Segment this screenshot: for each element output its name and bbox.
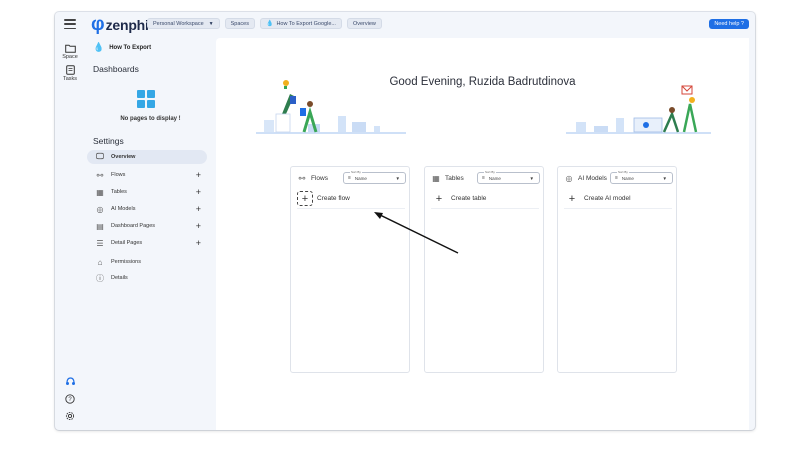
breadcrumb-space[interactable]: 💧 How To Export Google... <box>259 18 342 29</box>
rail-space-label: Space <box>62 54 78 60</box>
logo[interactable]: φ zenphi <box>91 14 149 35</box>
space-name: How To Export <box>109 44 152 51</box>
icon-rail: Space Tasks ? <box>55 38 85 430</box>
breadcrumb-workspace[interactable]: Personal Workspace ▼ <box>147 18 220 29</box>
logo-text: zenphi <box>105 17 149 33</box>
sidebar-item-label: Dashboard Pages <box>111 223 156 229</box>
main-content: Good Evening, Ruzida Badrutdinova ⚯ Flow… <box>216 38 749 430</box>
breadcrumb-overview[interactable]: Overview <box>346 18 382 29</box>
rail-tasks[interactable]: Tasks <box>55 65 85 82</box>
empty-dashboards-text: No pages to display ! <box>120 116 181 122</box>
rail-help[interactable]: ? <box>55 394 85 405</box>
breadcrumb-space-label: How To Export Google... <box>276 20 336 27</box>
settings-title: Settings <box>93 136 124 146</box>
detail-pages-icon: ☰ <box>96 238 104 248</box>
sidebar-item-label: Details <box>111 275 128 281</box>
sidebar-item-permissions[interactable]: ⌂ Permissions <box>87 255 207 269</box>
sidebar-item-overview[interactable]: 🖵 Overview <box>87 150 207 164</box>
need-help-button[interactable]: Need help ? <box>709 19 749 29</box>
empty-dashboard-icon <box>137 90 155 108</box>
chevron-down-icon: ▼ <box>208 20 214 27</box>
gear-icon <box>65 411 75 421</box>
logo-symbol: φ <box>91 14 105 35</box>
add-flow-icon[interactable]: + <box>196 170 201 180</box>
dashboard-pages-icon: ▤ <box>96 221 104 231</box>
sidebar-item-label: Permissions <box>111 259 141 265</box>
space-selector[interactable]: 💧 How To Export <box>93 42 151 53</box>
dashboards-title: Dashboards <box>93 64 139 74</box>
ai-models-icon: ◎ <box>96 204 104 214</box>
tables-icon: ▦ <box>96 187 104 197</box>
breadcrumb-overview-label: Overview <box>352 20 376 27</box>
assistant-icon <box>65 377 75 385</box>
sidebar-item-details[interactable]: ⓘ Details <box>87 271 207 285</box>
help-icon: ? <box>65 394 75 404</box>
permissions-icon: ⌂ <box>97 257 103 267</box>
svg-text:?: ? <box>68 397 72 403</box>
monitor-icon: 🖵 <box>96 152 104 161</box>
sidebar-item-detail-pages[interactable]: ☰ Detail Pages + <box>87 236 207 250</box>
add-ai-model-icon[interactable]: + <box>196 204 201 214</box>
rail-settings[interactable] <box>55 411 85 422</box>
sidebar-item-label: AI Models <box>111 206 136 212</box>
info-icon: ⓘ <box>96 273 104 283</box>
add-table-icon[interactable]: + <box>196 187 201 197</box>
sidebar-item-label: Overview <box>111 154 136 160</box>
top-bar: φ zenphi Personal Workspace ▼ Spaces 💧 H… <box>55 12 755 38</box>
add-dashboard-page-icon[interactable]: + <box>196 221 201 231</box>
rail-tasks-label: Tasks <box>62 76 78 82</box>
breadcrumb-spaces[interactable]: Spaces <box>224 18 255 29</box>
sidebar-item-ai-models[interactable]: ◎ AI Models + <box>87 202 207 216</box>
sidebar-item-flows[interactable]: ⚯ Flows + <box>87 168 207 182</box>
annotation-arrow <box>374 212 459 254</box>
menu-icon[interactable] <box>64 19 76 30</box>
sidebar: 💧 How To Export Dashboards No pages to d… <box>85 38 216 430</box>
sidebar-item-label: Flows <box>111 172 126 178</box>
rail-assistant[interactable] <box>55 376 85 388</box>
space-icon: 💧 <box>265 21 274 27</box>
add-detail-page-icon[interactable]: + <box>196 238 201 248</box>
folder-icon <box>64 44 76 53</box>
flows-icon: ⚯ <box>96 170 104 180</box>
sidebar-item-label: Detail Pages <box>111 240 143 246</box>
breadcrumb: Personal Workspace ▼ Spaces 💧 How To Exp… <box>147 18 382 29</box>
breadcrumb-workspace-label: Personal Workspace <box>153 20 204 27</box>
sidebar-item-dashboard-pages[interactable]: ▤ Dashboard Pages + <box>87 219 207 233</box>
sidebar-item-tables[interactable]: ▦ Tables + <box>87 185 207 199</box>
sidebar-item-label: Tables <box>111 189 127 195</box>
breadcrumb-spaces-label: Spaces <box>230 20 249 27</box>
app-window: φ zenphi Personal Workspace ▼ Spaces 💧 H… <box>55 12 755 430</box>
space-icon: 💧 <box>93 42 105 52</box>
tasks-icon <box>65 65 75 75</box>
rail-space[interactable]: Space <box>55 44 85 60</box>
